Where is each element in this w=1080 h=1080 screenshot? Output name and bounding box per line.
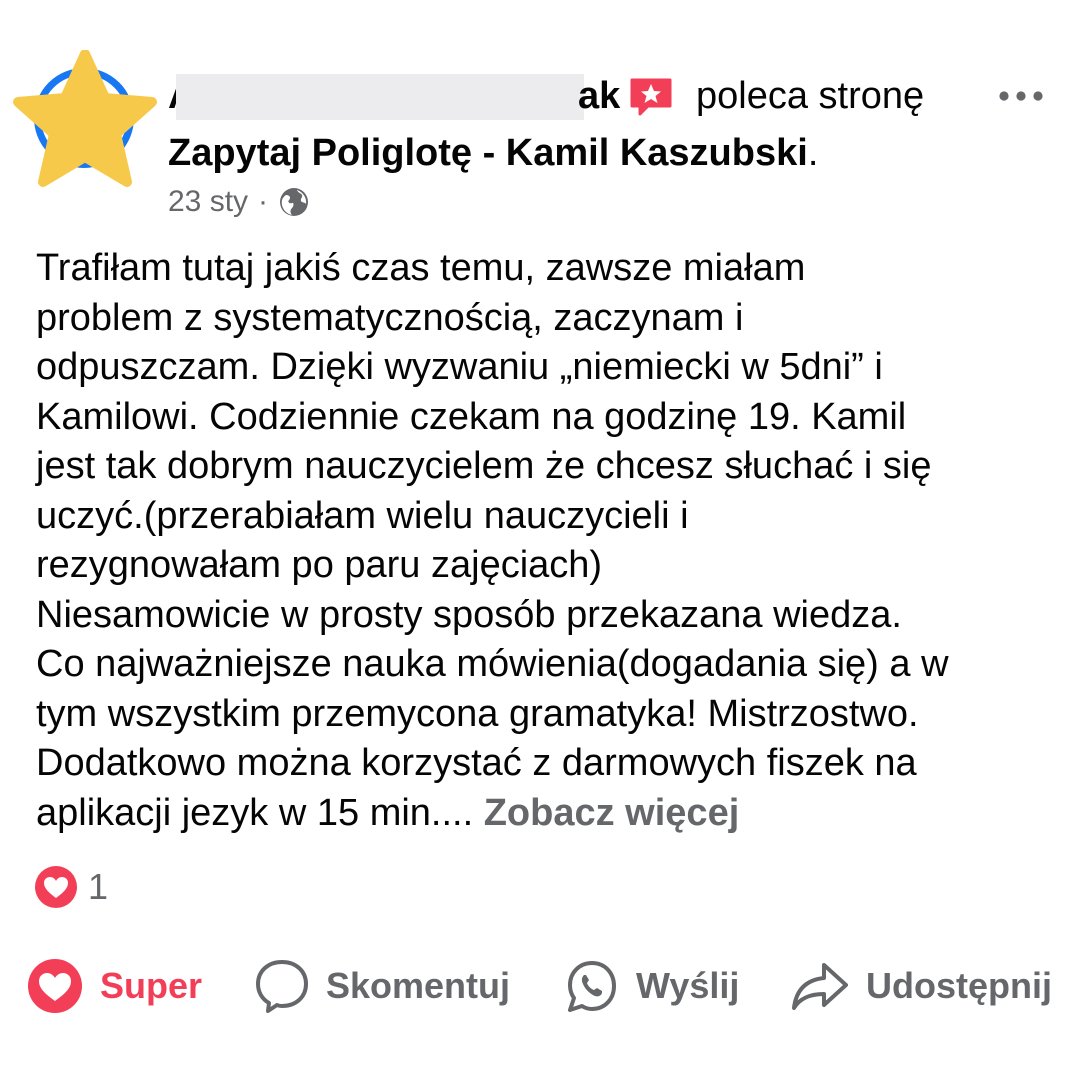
body-line: Co najważniejsze nauka mówienia(dogadani… bbox=[36, 643, 949, 685]
heart-icon bbox=[28, 959, 82, 1013]
body-line: problem z systematycznością, zaczynam i bbox=[36, 296, 744, 339]
body-line: jest tak dobrym nauczycielem że chcesz s… bbox=[36, 445, 932, 487]
author-name-suffix[interactable]: ak bbox=[578, 74, 620, 118]
body-line: Trafiłam tutaj jakiś czas temu, zawsze m… bbox=[36, 247, 806, 289]
globe-icon[interactable] bbox=[278, 186, 310, 218]
see-more-link[interactable]: Zobacz więcej bbox=[484, 792, 740, 834]
body-line: uczyć.(przerabiałam wielu nauczycieli i bbox=[36, 494, 689, 537]
star-avatar-icon[interactable] bbox=[12, 50, 158, 190]
more-dots-icon[interactable] bbox=[996, 84, 1046, 108]
comment-button[interactable]: Skomentuj bbox=[254, 955, 510, 1017]
page-name-period: . bbox=[807, 132, 819, 174]
page-name-line: Zapytaj Poliglotę - Kamil Kaszubski. bbox=[168, 130, 818, 176]
body-line: Niesamowicie w prosty sposób przekazana … bbox=[36, 593, 902, 636]
heart-icon bbox=[35, 866, 77, 908]
body-line-text: aplikacji jezyk w 15 min.... bbox=[36, 791, 474, 834]
share-label: Udostępnij bbox=[866, 965, 1052, 1006]
comment-label: Skomentuj bbox=[326, 965, 511, 1006]
page-name-link[interactable]: Zapytaj Poliglotę - Kamil Kaszubski bbox=[168, 132, 808, 174]
post-meta: 23 sty · bbox=[168, 182, 310, 222]
post-body: Trafiłam tutaj jakiś czas temu, zawsze m… bbox=[36, 244, 1046, 838]
action-text: poleca stronę bbox=[696, 75, 925, 117]
super-label: Super bbox=[100, 965, 203, 1006]
body-line: rezygnowałam po paru zajęciach) bbox=[36, 544, 603, 586]
share-arrow-icon bbox=[792, 963, 848, 1010]
body-last-line: aplikacji jezyk w 15 min.... Zobacz więc… bbox=[36, 789, 1046, 839]
body-line: Kamilowi. Codziennie czekam na godzinę 1… bbox=[36, 395, 907, 438]
share-button[interactable]: Udostępnij bbox=[790, 955, 1052, 1017]
body-line: odpuszczam. Dzięki wyzwaniu „niemiecki w… bbox=[36, 346, 883, 388]
recommend-star-badge-icon bbox=[630, 78, 672, 116]
comment-bubble-icon bbox=[256, 960, 308, 1013]
body-line: tym wszystkim przemycona gramatyka! Mist… bbox=[36, 692, 919, 735]
whatsapp-icon bbox=[568, 961, 616, 1012]
super-reaction-button[interactable]: Super bbox=[26, 955, 202, 1017]
author-name-redaction bbox=[176, 74, 584, 120]
send-button[interactable]: Wyślij bbox=[564, 955, 739, 1017]
send-label: Wyślij bbox=[636, 965, 740, 1006]
reaction-summary[interactable]: 1 bbox=[34, 864, 108, 910]
reaction-count: 1 bbox=[88, 866, 109, 907]
body-line: Dodatkowo można korzystać z darmowych fi… bbox=[36, 742, 917, 784]
meta-separator: · bbox=[258, 185, 269, 218]
post-date[interactable]: 23 sty bbox=[168, 185, 248, 219]
